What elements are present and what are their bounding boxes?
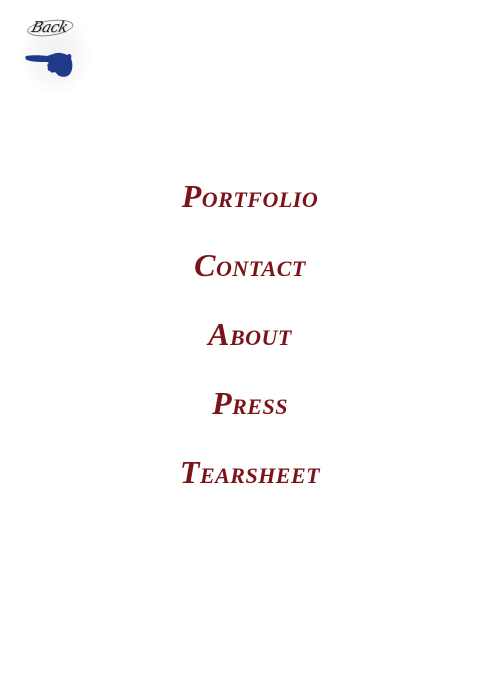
nav-link-about[interactable]: About [208, 310, 292, 358]
nav-item-contact: Contact [0, 241, 500, 310]
back-label: Back [29, 18, 70, 36]
nav-item-about: About [0, 310, 500, 379]
nav-link-portfolio[interactable]: Portfolio [182, 172, 319, 220]
nav-link-press[interactable]: Press [212, 379, 288, 427]
pointing-hand-icon [25, 52, 73, 77]
nav-link-contact[interactable]: Contact [194, 241, 306, 289]
main-navigation: Portfolio Contact About Press Tearsheet [0, 172, 500, 517]
back-button[interactable]: Back [18, 8, 98, 98]
nav-link-tearsheet[interactable]: Tearsheet [180, 448, 320, 496]
nav-item-press: Press [0, 379, 500, 448]
nav-item-tearsheet: Tearsheet [0, 448, 500, 517]
nav-item-portfolio: Portfolio [0, 172, 500, 241]
